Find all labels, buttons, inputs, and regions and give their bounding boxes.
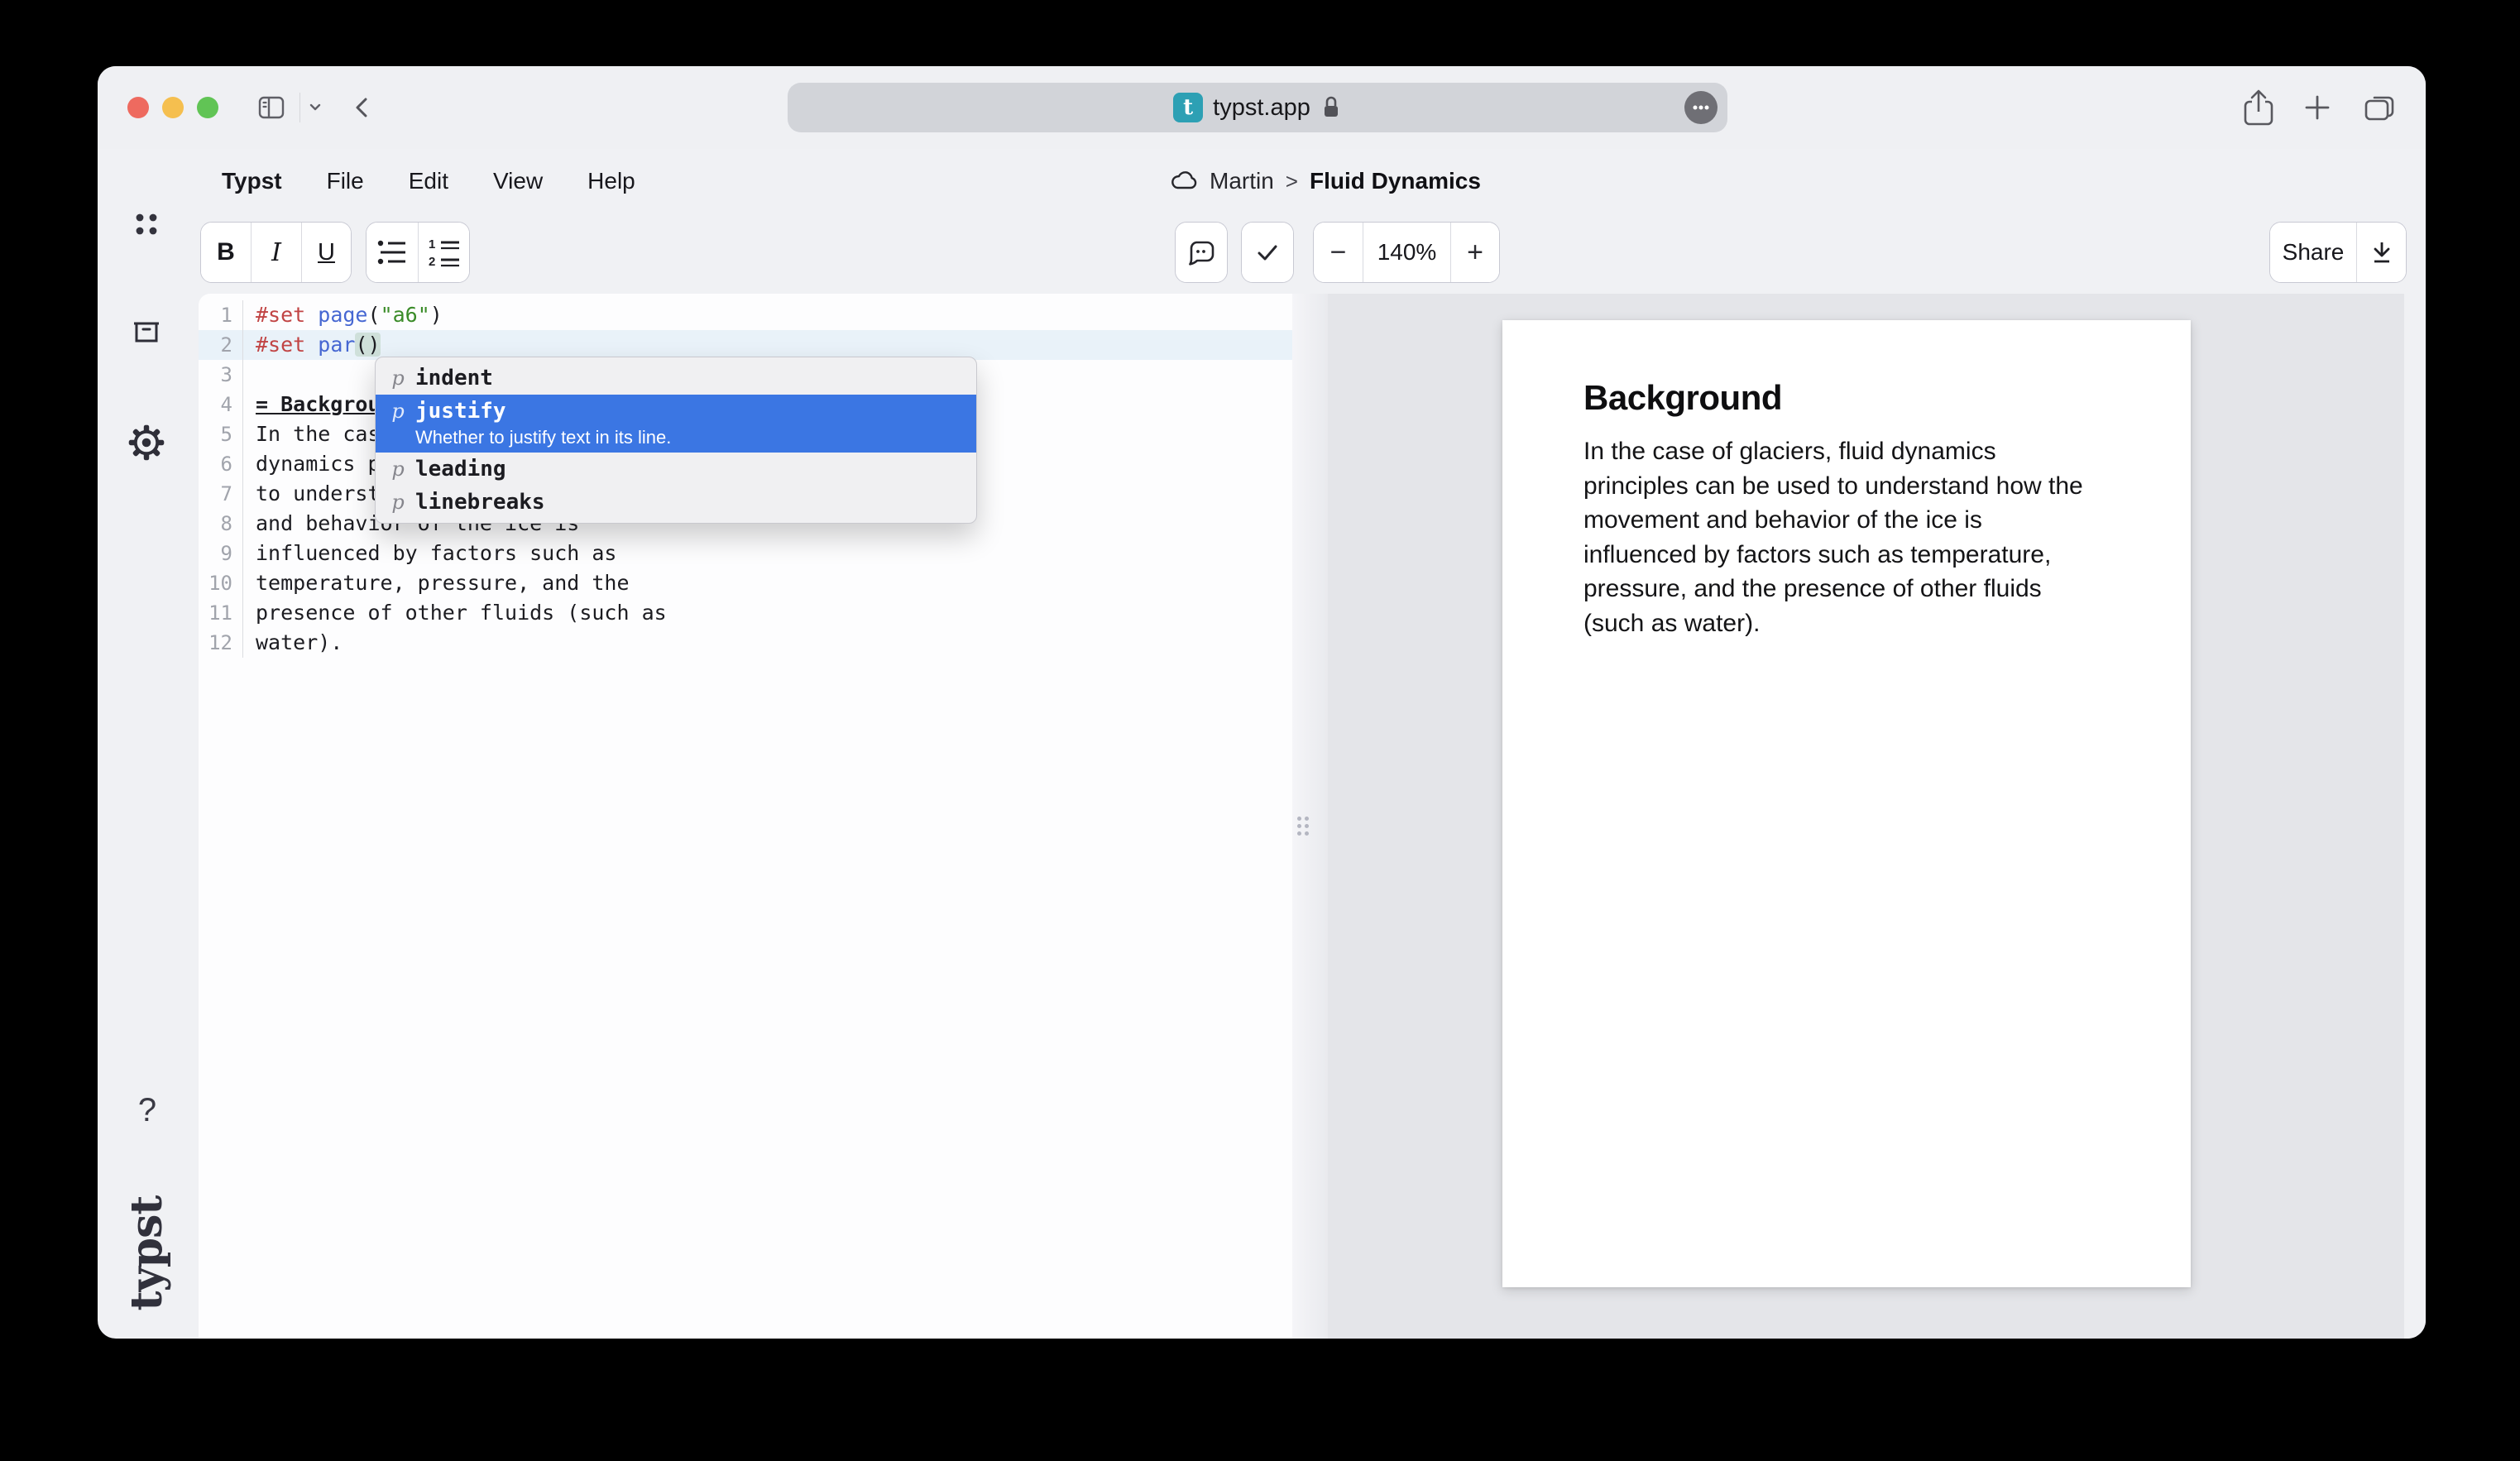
numbered-list-icon: 12 — [426, 236, 462, 269]
line-number: 11 — [199, 598, 242, 628]
code-line[interactable]: 10temperature, pressure, and the — [199, 568, 1292, 598]
page-settings-button[interactable] — [1684, 91, 1718, 128]
zoom-out-button[interactable]: − — [1314, 223, 1363, 282]
check-icon — [1251, 236, 1284, 269]
new-tab-icon[interactable] — [2301, 91, 2334, 124]
chevron-down-icon[interactable] — [306, 98, 324, 117]
question-icon[interactable]: ? — [136, 1090, 159, 1130]
autocomplete-item-linebreaks[interactable]: plinebreaks — [376, 486, 976, 519]
line-number: 4 — [199, 390, 242, 419]
back-icon[interactable] — [350, 93, 375, 122]
autocomplete-popup: pindentpjustifyWhether to justify text i… — [375, 357, 977, 524]
cloud-icon — [1170, 170, 1198, 192]
rendered-page: Background In the case of glaciers, flui… — [1502, 320, 2191, 1287]
comment-icon — [1184, 236, 1219, 269]
browser-toolbar: t typst.app — [98, 66, 2426, 149]
minimize-window-button[interactable] — [162, 97, 184, 118]
grid-dots-icon[interactable] — [134, 212, 159, 237]
code-text: water). — [242, 628, 1292, 658]
line-number: 8 — [199, 509, 242, 539]
page-paragraph: In the case of glaciers, fluid dynamics … — [1583, 434, 2133, 640]
italic-button[interactable]: I — [251, 223, 301, 282]
breadcrumb: Martin > Fluid Dynamics — [1170, 152, 1481, 210]
line-number: 3 — [199, 360, 242, 390]
gear-icon[interactable] — [127, 424, 165, 462]
address-bar[interactable]: t typst.app — [788, 83, 1727, 132]
svg-text:1: 1 — [429, 237, 435, 251]
menu-help[interactable]: Help — [587, 168, 635, 194]
menu-edit[interactable]: Edit — [409, 168, 448, 194]
traffic-lights — [127, 97, 218, 118]
page-heading: Background — [1583, 378, 1782, 418]
share-group: Share — [2269, 222, 2407, 283]
zoom-group: − 140% + — [1313, 222, 1500, 283]
code-line[interactable]: 9influenced by factors such as — [199, 539, 1292, 568]
download-button[interactable] — [2356, 223, 2406, 282]
line-number: 6 — [199, 449, 242, 479]
numbered-list-button[interactable]: 12 — [418, 223, 469, 282]
code-text: #set par() — [242, 330, 1292, 360]
preview-pane: Background In the case of glaciers, flui… — [1328, 294, 2426, 1339]
code-line[interactable]: 11presence of other fluids (such as — [199, 598, 1292, 628]
code-text: temperature, pressure, and the — [242, 568, 1292, 598]
bold-button[interactable]: B — [201, 223, 251, 282]
share-button[interactable]: Share — [2270, 223, 2356, 282]
typst-logo: typst — [125, 1198, 168, 1309]
underline-button[interactable]: U — [301, 223, 351, 282]
bullet-list-icon — [374, 237, 410, 267]
line-number: 9 — [199, 539, 242, 568]
breadcrumb-separator: > — [1286, 169, 1298, 194]
zoom-level[interactable]: 140% — [1363, 223, 1450, 282]
url-text: typst.app — [1213, 94, 1310, 122]
code-line[interactable]: 12water). — [199, 628, 1292, 658]
breadcrumb-workspace[interactable]: Martin — [1210, 168, 1274, 194]
drag-handle[interactable] — [1297, 817, 1309, 836]
code-line[interactable]: 2#set par() — [199, 330, 1292, 360]
site-favicon: t — [1173, 93, 1203, 122]
menu-file[interactable]: File — [327, 168, 364, 194]
list-group: 12 — [366, 222, 470, 283]
text-style-group: B I U — [200, 222, 352, 283]
line-number: 7 — [199, 479, 242, 509]
line-number: 5 — [199, 419, 242, 449]
download-icon — [2367, 237, 2397, 267]
code-text: presence of other fluids (such as — [242, 598, 1292, 628]
breadcrumb-document[interactable]: Fluid Dynamics — [1310, 168, 1481, 194]
pane-divider — [1292, 294, 1328, 1339]
tab-overview-icon[interactable] — [2361, 91, 2398, 124]
line-number: 1 — [199, 300, 242, 330]
autocomplete-item-leading[interactable]: pleading — [376, 453, 976, 486]
code-text: #set page("a6") — [242, 300, 1292, 330]
toolbar-divider — [299, 93, 300, 122]
check-button[interactable] — [1242, 223, 1293, 282]
sidebar-toggle-icon[interactable] — [255, 91, 288, 124]
browser-window: t typst.app Typst File Edit View Help — [98, 66, 2426, 1339]
tray-icon[interactable] — [129, 316, 164, 349]
line-number: 12 — [199, 628, 242, 658]
share-safari-icon[interactable] — [2240, 86, 2277, 129]
preview-scrollbar[interactable] — [2404, 294, 2426, 1339]
check-group — [1241, 222, 1294, 283]
code-text: influenced by factors such as — [242, 539, 1292, 568]
app-menubar: Typst File Edit View Help — [222, 152, 635, 210]
comment-button[interactable] — [1176, 223, 1227, 282]
autocomplete-item-indent[interactable]: pindent — [376, 362, 976, 395]
fullscreen-window-button[interactable] — [197, 97, 218, 118]
close-window-button[interactable] — [127, 97, 149, 118]
svg-text:2: 2 — [429, 255, 435, 269]
menu-typst[interactable]: Typst — [222, 168, 282, 194]
line-number: 2 — [199, 330, 242, 360]
bullet-list-button[interactable] — [367, 223, 418, 282]
lock-icon — [1320, 91, 1342, 125]
menu-view[interactable]: View — [493, 168, 543, 194]
zoom-in-button[interactable]: + — [1450, 223, 1499, 282]
code-line[interactable]: 1#set page("a6") — [199, 300, 1292, 330]
autocomplete-item-justify[interactable]: pjustifyWhether to justify text in its l… — [376, 395, 976, 453]
comment-group — [1175, 222, 1228, 283]
line-number: 10 — [199, 568, 242, 598]
